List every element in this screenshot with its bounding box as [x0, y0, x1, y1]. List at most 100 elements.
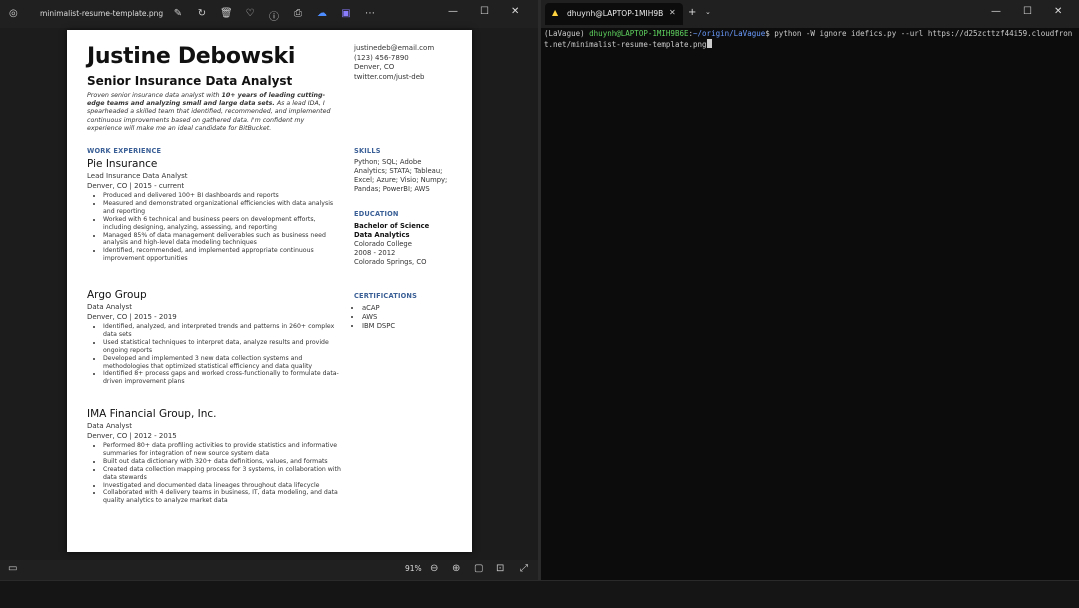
chevron-down-icon[interactable]: ⌄ [705, 8, 711, 16]
viewer-window-controls: — ☐ ✕ [448, 6, 519, 17]
maximize-icon[interactable]: ☐ [480, 6, 489, 17]
bullet: Measured and demonstrated organizational… [103, 200, 341, 216]
terminal-tab[interactable]: ▲ dhuynh@LAPTOP-1MIH9B6E: ✕ [545, 3, 683, 25]
resume-summary: Proven senior insurance data analyst wit… [87, 92, 337, 133]
bullet: Created data collection mapping process … [103, 466, 341, 482]
image-canvas[interactable]: Justine Debowski Senior Insurance Data A… [0, 28, 538, 560]
job-title: Data Analyst [87, 303, 132, 311]
zoom-in-icon[interactable]: ⊕ [452, 563, 460, 574]
major: Data Analytics [354, 231, 410, 239]
close-icon[interactable]: ✕ [511, 6, 519, 17]
bullet: Identified 8+ process gaps and worked cr… [103, 370, 341, 386]
print-icon[interactable]: ⎙ [292, 8, 304, 23]
skills-list: Python; SQL; Adobe Analytics; STATA; Tab… [354, 158, 448, 193]
school: Colorado College [354, 240, 412, 248]
filmstrip-icon[interactable]: ▭ [8, 563, 17, 574]
summary-text: Proven senior insurance data analyst wit… [87, 92, 222, 99]
viewer-titlebar: ◎ minimalist-resume-template.png ✎ ↻ 🗑 ♡… [0, 0, 538, 28]
skills-heading: SKILLS [354, 147, 381, 155]
fullscreen-icon[interactable]: ⊡ [496, 563, 504, 574]
photos-icon: ◎ [9, 8, 18, 19]
bullet: Developed and implemented 3 new data col… [103, 355, 341, 371]
contact-email: justinedeb@email.com [354, 44, 435, 52]
contact-city: Denver, CO [354, 63, 395, 72]
resume-contact: justinedeb@email.com (123) 456-7890 Denv… [354, 44, 434, 82]
zoom-level: 91% [405, 564, 422, 573]
job-title: Lead Insurance Data Analyst [87, 172, 188, 180]
job-title-meta: Lead Insurance Data Analyst Denver, CO | … [87, 172, 188, 191]
close-tab-icon[interactable]: ✕ [669, 8, 676, 17]
photo-viewer-window: ◎ minimalist-resume-template.png ✎ ↻ 🗑 ♡… [0, 0, 538, 580]
cert-list: aCAP AWS IBM DSPC [354, 304, 395, 331]
viewer-title: minimalist-resume-template.png [40, 9, 164, 18]
prompt-env: (LaVague) [544, 29, 590, 38]
prompt-end: $ [765, 29, 775, 38]
cert-item: aCAP [362, 304, 395, 313]
job-title: Data Analyst [87, 422, 132, 430]
contact-twitter: twitter.com/just-deb [354, 72, 425, 81]
job-title-meta: Data Analyst Denver, CO | 2015 - 2019 [87, 303, 177, 322]
job-bullets: Produced and delivered 100+ BI dashboard… [87, 192, 341, 263]
terminal-window: ▲ dhuynh@LAPTOP-1MIH9B6E: ✕ + ⌄ — ☐ ✕ (L… [541, 0, 1079, 580]
bullet: Investigated and documented data lineage… [103, 482, 341, 490]
cursor [706, 39, 712, 48]
prompt-path: ~/origin/LaVague [693, 29, 766, 38]
info-icon[interactable]: ⓘ [268, 8, 280, 23]
delete-icon[interactable]: 🗑 [220, 8, 233, 23]
zoom-out-icon[interactable]: ⊖ [430, 563, 438, 574]
terminal-window-controls: — ☐ ✕ [991, 6, 1062, 17]
education-block: Bachelor of Science Data Analytics Color… [354, 222, 454, 267]
linux-icon: ▲ [552, 8, 559, 17]
bullet: Built out data dictionary with 320+ data… [103, 458, 341, 466]
resume-name: Justine Debowski [87, 44, 296, 69]
viewer-toolbar: ✎ ↻ 🗑 ♡ ⓘ ⎙ ☁ ▣ ⋯ [172, 8, 376, 23]
job-meta: Denver, CO | 2015 - 2019 [87, 312, 177, 321]
resume-image: Justine Debowski Senior Insurance Data A… [67, 30, 472, 552]
terminal-titlebar: ▲ dhuynh@LAPTOP-1MIH9B6E: ✕ + ⌄ — ☐ ✕ [541, 0, 1079, 28]
cloud-icon[interactable]: ☁ [316, 8, 328, 23]
terminal-output[interactable]: (LaVague) dhuynh@LAPTOP-1MIH9B6E:~/origi… [544, 28, 1074, 50]
bullet: Identified, analyzed, and interpreted tr… [103, 323, 341, 339]
resume-role: Senior Insurance Data Analyst [87, 74, 293, 88]
job-company: IMA Financial Group, Inc. [87, 408, 217, 420]
more-icon[interactable]: ⋯ [364, 8, 376, 23]
expand-icon[interactable]: ⤢ [520, 563, 528, 574]
job-meta: Denver, CO | 2012 - 2015 [87, 431, 177, 440]
bullet: Collaborated with 4 delivery teams in bu… [103, 489, 341, 505]
maximize-icon[interactable]: ☐ [1023, 6, 1032, 17]
cert-item: IBM DSPC [362, 322, 395, 331]
cert-item: AWS [362, 313, 395, 322]
job-title-meta: Data Analyst Denver, CO | 2012 - 2015 [87, 422, 177, 441]
bullet: Used statistical techniques to interpret… [103, 339, 341, 355]
certifications-heading: CERTIFICATIONS [354, 292, 418, 300]
bullet: Managed 85% of data management deliverab… [103, 232, 341, 248]
work-heading: WORK EXPERIENCE [87, 147, 162, 155]
bullet: Identified, recommended, and implemented… [103, 247, 341, 263]
tab-title: dhuynh@LAPTOP-1MIH9B6E: [567, 9, 663, 18]
job-company: Argo Group [87, 289, 147, 301]
job-company: Pie Insurance [87, 158, 158, 170]
degree: Bachelor of Science [354, 222, 430, 230]
education-heading: EDUCATION [354, 210, 399, 218]
job-meta: Denver, CO | 2015 - current [87, 181, 185, 190]
school-location: Colorado Springs, CO [354, 258, 427, 266]
prompt-user: dhuynh@LAPTOP-1MIH9B6E [589, 29, 689, 38]
bullet: Worked with 6 technical and business pee… [103, 216, 341, 232]
job-bullets: Performed 80+ data profiling activities … [87, 442, 341, 505]
bullet: Performed 80+ data profiling activities … [103, 442, 341, 458]
minimize-icon[interactable]: — [448, 6, 458, 17]
rotate-icon[interactable]: ↻ [196, 8, 208, 23]
years: 2008 - 2012 [354, 249, 396, 257]
close-icon[interactable]: ✕ [1054, 6, 1062, 17]
viewer-statusbar: ▭ 91% ⊖ ⊕ ▢ ⊡ ⤢ [0, 560, 538, 580]
taskbar [0, 580, 1079, 608]
favorite-icon[interactable]: ♡ [244, 8, 256, 23]
job-bullets: Identified, analyzed, and interpreted tr… [87, 323, 341, 386]
new-tab-icon[interactable]: + [688, 7, 696, 18]
fit-icon[interactable]: ▢ [474, 563, 483, 574]
share-icon[interactable]: ▣ [340, 8, 352, 23]
minimize-icon[interactable]: — [991, 6, 1001, 17]
bullet: Produced and delivered 100+ BI dashboard… [103, 192, 341, 200]
contact-phone: (123) 456-7890 [354, 53, 409, 62]
edit-icon[interactable]: ✎ [172, 8, 184, 23]
